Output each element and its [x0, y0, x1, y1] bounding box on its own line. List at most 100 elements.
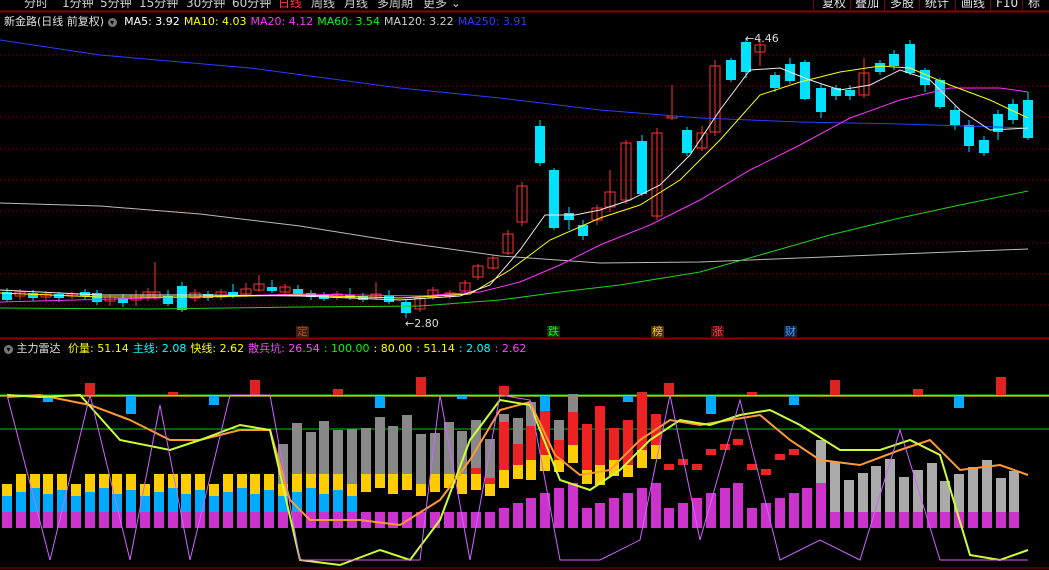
indicator-bar-yellow: [471, 474, 481, 490]
indicator-bar-purple: [858, 512, 868, 528]
indicator-bar-yellow: [16, 474, 26, 492]
top-bar-red: [333, 389, 343, 395]
indicator-bar-purple: [913, 512, 923, 528]
top-bar-red: [85, 383, 95, 395]
indicator-bar-purple: [16, 512, 26, 528]
indicator-bar-cyan: [347, 496, 357, 512]
signal-tag[interactable]: 财: [784, 326, 797, 338]
indicator-bar-yellow: [99, 474, 109, 488]
indicator-bar-cyan: [195, 490, 205, 512]
top-bar-red: [913, 389, 923, 395]
candle-body: [875, 63, 885, 72]
indicator-bar-purple: [526, 498, 536, 528]
signal-tag[interactable]: 跌: [547, 326, 560, 338]
indicator-bar-purple: [237, 512, 247, 528]
candle-body: [770, 75, 780, 88]
indicator-bar-yellow: [140, 484, 150, 496]
top-bar-red: [747, 392, 757, 395]
indicator-bar-purple: [264, 512, 274, 528]
indicator-bar-purple: [678, 503, 688, 528]
indicator-bar-yellow: [430, 474, 440, 492]
top-bar-red: [830, 380, 840, 395]
indicator-bar-yellow: [154, 474, 164, 492]
indicator-name: 主力雷达: [16, 342, 61, 355]
indicator-bar-grey: [333, 430, 343, 474]
indicator-bar-yellow: [457, 474, 467, 494]
top-bar-red: [416, 377, 426, 395]
indicator-bar-yellow: [57, 474, 67, 490]
candle-body: [816, 88, 826, 112]
low-price-value: 2.80: [414, 317, 439, 330]
indicator-bar-yellow: [264, 474, 274, 490]
indicator-bar-red: [664, 464, 674, 470]
indicator-bar-red: [568, 412, 578, 445]
ma-legend-item: MA20: 4.12: [250, 15, 314, 28]
candle-body: [682, 130, 692, 153]
indicator-bar-yellow: [333, 474, 343, 490]
indicator-bar-purple: [154, 512, 164, 528]
indicator-bar-yellow: [30, 474, 40, 488]
indicator-bar-yellow: [43, 474, 53, 494]
indicator-values: 价量: 51.14 主线: 2.08 快线: 2.62 散兵坑: 26.54: 100…: [64, 342, 526, 355]
indicator-bar-red: [761, 469, 771, 475]
indicator-bar-red: [499, 422, 509, 470]
indicator-bar-yellow: [168, 474, 178, 488]
indicator-bar-grey: [858, 473, 868, 512]
indicator-bar-purple: [609, 498, 619, 528]
indicator-bar-red: [747, 464, 757, 470]
candle-body: [831, 88, 841, 96]
indicator-bar-grey: [927, 463, 937, 512]
candle-body: [905, 44, 915, 73]
indicator-legend: ▾ 主力雷达 价量: 51.14 主线: 2.08 快线: 2.62 散兵坑: 26.…: [4, 342, 526, 356]
indicator-bar-yellow: [195, 474, 205, 490]
indicator-bar-purple: [651, 483, 661, 528]
indicator-bar-purple: [223, 512, 233, 528]
indicator-bar-purple: [733, 483, 743, 528]
candle-body: [1023, 100, 1033, 138]
indicator-bar-yellow: [513, 465, 523, 479]
candle-body: [549, 170, 559, 228]
settings-icon[interactable]: ▾: [107, 17, 117, 27]
signal-tag[interactable]: 涨: [711, 326, 724, 338]
indicator-bar-cyan: [99, 488, 109, 512]
indicator-bar-yellow: [526, 460, 536, 480]
indicator-bar-purple: [568, 483, 578, 528]
candle-body: [267, 287, 277, 291]
indicator-bar-purple: [885, 512, 895, 528]
indicator-bar-red: [609, 428, 619, 460]
indicator-bar-purple: [623, 493, 633, 528]
signal-tag[interactable]: 榜: [651, 326, 664, 338]
indicator-bar-purple: [802, 488, 812, 528]
indicator-bar-grey: [485, 439, 495, 484]
candle-body: [741, 42, 751, 72]
indicator-bar-red: [526, 426, 536, 460]
kline-chart[interactable]: [0, 0, 1049, 570]
indicator-bar-purple: [899, 512, 909, 528]
ma-legend-item: MA60: 3.54: [317, 15, 380, 28]
indicator-bar-red: [692, 464, 702, 470]
indicator-bar-purple: [278, 512, 288, 528]
indicator-bar-yellow: [416, 484, 426, 496]
indicator-bar-purple: [485, 512, 495, 528]
high-price-label: ←4.46: [745, 32, 779, 45]
indicator-legend-item: 价量: 51.14: [68, 342, 129, 355]
settings-icon[interactable]: ▾: [4, 344, 13, 354]
indicator-bar-cyan: [126, 490, 136, 512]
candle-body: [726, 60, 736, 80]
top-bar-cyan: [375, 396, 385, 408]
indicator-bar-grey: [899, 477, 909, 512]
indicator-legend-item: : 100.00: [323, 342, 370, 355]
indicator-bar-yellow: [375, 474, 385, 488]
signal-tag[interactable]: 定: [296, 326, 309, 338]
candle-body: [637, 141, 647, 194]
indicator-bar-yellow: [237, 474, 247, 488]
indicator-bar-yellow: [181, 474, 191, 494]
indicator-bar-yellow: [223, 474, 233, 492]
ma-legend: MA5: 3.92 MA10: 4.03 MA20: 4.12 MA60: 3.54 M…: [120, 15, 527, 28]
indicator-bar-grey: [306, 432, 316, 474]
indicator-bar-red: [720, 444, 730, 450]
indicator-bar-yellow: [85, 474, 95, 492]
indicator-bar-grey: [871, 466, 881, 512]
ma-legend-item: MA120: 3.22: [383, 15, 454, 28]
candle-body: [293, 289, 303, 294]
